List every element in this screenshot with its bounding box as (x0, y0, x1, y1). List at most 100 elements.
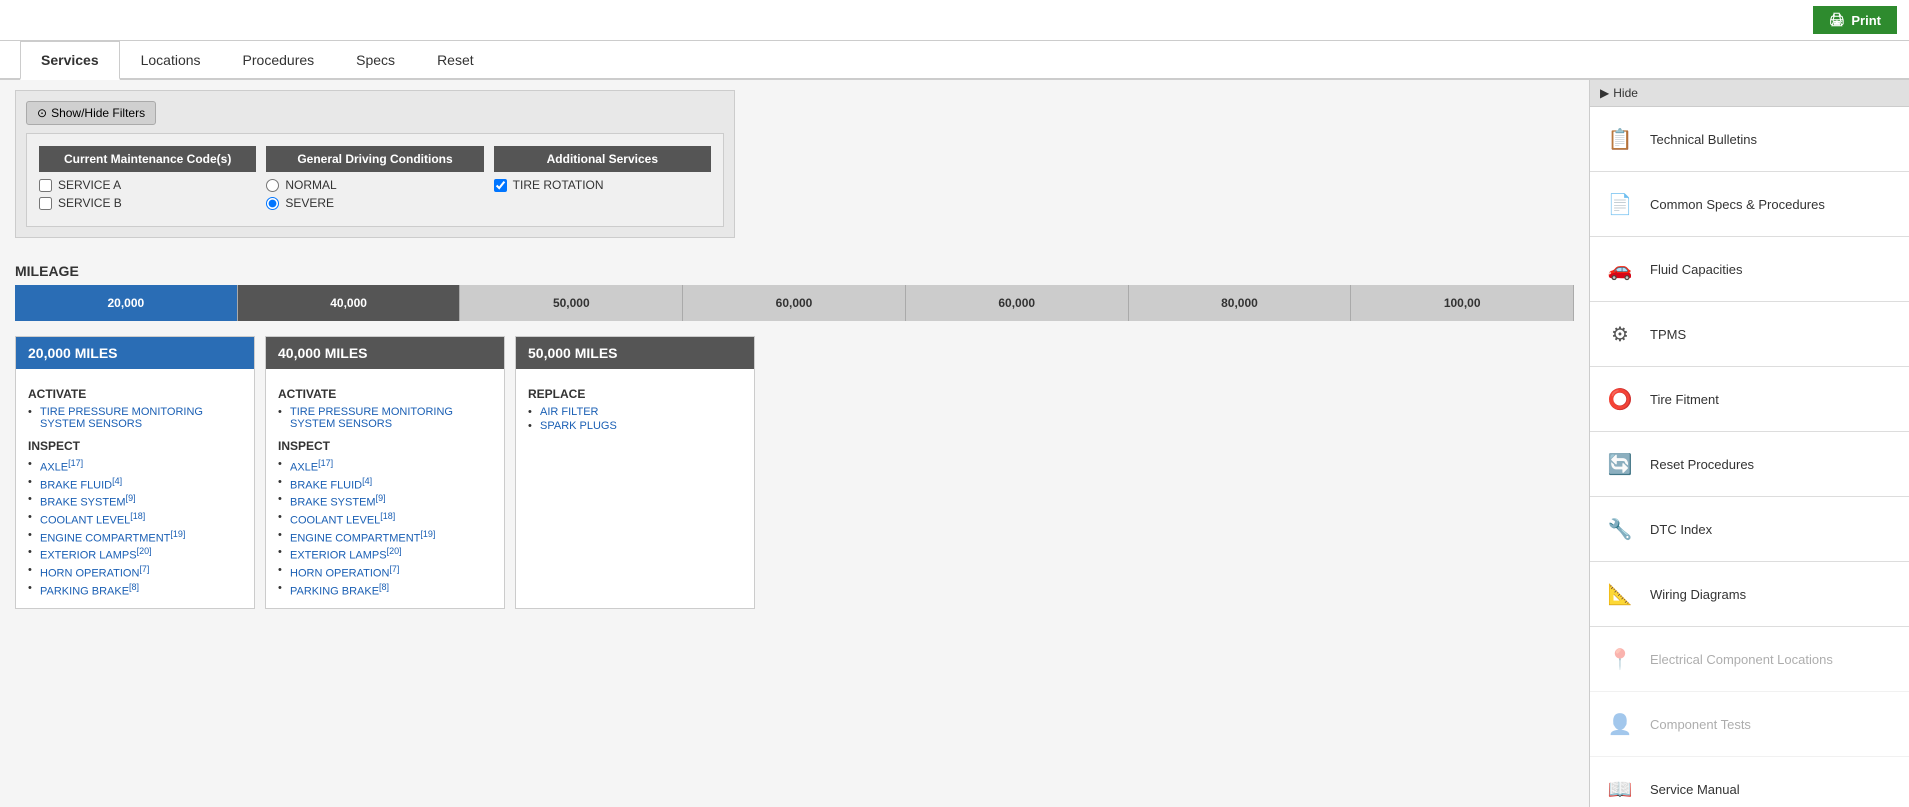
service-a-label: SERVICE A (58, 178, 121, 192)
maintenance-header: Current Maintenance Code(s) (39, 146, 256, 172)
service-col-body-col20k: ACTIVATE TIRE PRESSURE MONITORING SYSTEM … (16, 369, 254, 608)
service-link-item[interactable]: ENGINE COMPARTMENT[19] (28, 528, 242, 546)
service-link-item[interactable]: BRAKE FLUID[4] (278, 475, 492, 493)
additional-header: Additional Services (494, 146, 711, 172)
service-link-item[interactable]: SPARK PLUGS (528, 419, 742, 433)
mileage-label: MILEAGE (15, 263, 1574, 279)
filter-normal: NORMAL (266, 178, 483, 192)
section-title-activate: ACTIVATE (28, 387, 242, 401)
section-title-inspect: INSPECT (28, 439, 242, 453)
show-hide-filters-button[interactable]: ⊙ Show/Hide Filters (26, 101, 156, 125)
sidebar-label-reset-procedures: Reset Procedures (1650, 457, 1754, 472)
sidebar-item-component-tests: 👤 Component Tests (1590, 692, 1909, 757)
service-col-header-col40k: 40,000 MILES (266, 337, 504, 369)
nav-tabs: Services Locations Procedures Specs Rese… (0, 41, 1909, 80)
service-col-col40k: 40,000 MILESACTIVATETIRE PRESSURE MONITO… (265, 336, 505, 609)
tire-fitment-icon: ⭕ (1602, 381, 1638, 417)
hide-label: Hide (1613, 86, 1638, 100)
sidebar-item-service-manual[interactable]: 📖 Service Manual (1590, 757, 1909, 807)
print-button[interactable]: 🖨 Print (1813, 6, 1897, 34)
sidebar-item-technical-bulletins[interactable]: 📋Technical Bulletins (1590, 107, 1909, 172)
service-a-checkbox[interactable] (39, 179, 52, 192)
service-link-item[interactable]: BRAKE FLUID[4] (28, 475, 242, 493)
service-link-item[interactable]: TIRE PRESSURE MONITORING SYSTEM SENSORS (28, 405, 242, 431)
tab-procedures[interactable]: Procedures (222, 41, 336, 78)
service-link-item[interactable]: PARKING BRAKE[8] (28, 581, 242, 599)
top-bar: 🖨 Print (0, 0, 1909, 41)
sidebar-label-dtc-index: DTC Index (1650, 522, 1712, 537)
severe-radio[interactable] (266, 197, 279, 210)
mileage-tick-60k-1[interactable]: 60,000 (683, 285, 906, 321)
service-link-item[interactable]: HORN OPERATION[7] (278, 563, 492, 581)
filter-col-driving: General Driving Conditions NORMAL SEVERE (266, 146, 483, 214)
service-link-item[interactable]: COOLANT LEVEL[18] (28, 510, 242, 528)
dtc-index-icon: 🔧 (1602, 511, 1638, 547)
service-link-item[interactable]: PARKING BRAKE[8] (278, 581, 492, 599)
common-specs-icon: 📄 (1602, 186, 1638, 222)
sidebar-label-tpms: TPMS (1650, 327, 1686, 342)
mileage-tick-60k-2[interactable]: 60,000 (906, 285, 1129, 321)
sidebar-label-fluid-capacities: Fluid Capacities (1650, 262, 1743, 277)
sidebar-label-electrical-component: Electrical Component Locations (1650, 652, 1833, 667)
tab-reset[interactable]: Reset (416, 41, 495, 78)
tpms-icon: ⚙ (1602, 316, 1638, 352)
wiring-diagrams-icon: 📐 (1602, 576, 1638, 612)
sidebar-item-fluid-capacities[interactable]: 🚗Fluid Capacities (1590, 237, 1909, 302)
service-columns: 20,000 MILES ACTIVATE TIRE PRESSURE MONITO… (15, 336, 1574, 609)
service-link-item[interactable]: COOLANT LEVEL[18] (278, 510, 492, 528)
sidebar-item-reset-procedures[interactable]: 🔄 Reset Procedures (1590, 432, 1909, 497)
sidebar-item-tire-fitment[interactable]: ⭕ Tire Fitment (1590, 367, 1909, 432)
sidebar-label-technical-bulletins: Technical Bulletins (1650, 132, 1757, 147)
service-b-checkbox[interactable] (39, 197, 52, 210)
toggle-icon: ⊙ (37, 106, 47, 120)
service-col-body-col50k: REPLACE AIR FILTERSPARK PLUGS (516, 369, 754, 443)
section-title-inspect: INSPECT (278, 439, 492, 453)
tire-rotation-label: TIRE ROTATION (513, 178, 604, 192)
sidebar-item-dtc-index[interactable]: 🔧 DTC Index (1590, 497, 1909, 562)
print-label: Print (1851, 13, 1881, 28)
mileage-tick-80k[interactable]: 80,000 (1129, 285, 1352, 321)
tab-locations[interactable]: Locations (120, 41, 222, 78)
component-tests-icon: 👤 (1602, 706, 1638, 742)
sidebar-label-component-tests: Component Tests (1650, 717, 1751, 732)
mileage-tick-50k[interactable]: 50,000 (460, 285, 683, 321)
sidebar-label-service-manual: Service Manual (1650, 782, 1740, 797)
sidebar-label-tire-fitment: Tire Fitment (1650, 392, 1719, 407)
tab-services[interactable]: Services (20, 41, 120, 80)
service-link-item[interactable]: AXLE[17] (28, 457, 242, 475)
service-link-item[interactable]: AXLE[17] (278, 457, 492, 475)
service-link-item[interactable]: BRAKE SYSTEM[9] (278, 492, 492, 510)
service-col-col20k: 20,000 MILES ACTIVATE TIRE PRESSURE MONITO… (15, 336, 255, 609)
filter-col-additional: Additional Services TIRE ROTATION (494, 146, 711, 214)
sidebar-hide-bar[interactable]: ▶ Hide (1590, 80, 1909, 107)
mileage-tick-100k[interactable]: 100,00 (1351, 285, 1574, 321)
service-link-item[interactable]: TIRE PRESSURE MONITORING SYSTEM SENSORS (278, 405, 492, 431)
tire-rotation-checkbox[interactable] (494, 179, 507, 192)
normal-radio[interactable] (266, 179, 279, 192)
section-title-replace: REPLACE (528, 387, 742, 401)
service-link-item[interactable]: ENGINE COMPARTMENT[19] (278, 528, 492, 546)
service-link-item[interactable]: HORN OPERATION[7] (28, 563, 242, 581)
service-link-item[interactable]: BRAKE SYSTEM[9] (28, 492, 242, 510)
filter-tire-rotation: TIRE ROTATION (494, 178, 711, 192)
service-link-item[interactable]: AIR FILTER (528, 405, 742, 419)
mileage-tick-20k[interactable]: 20,000 (15, 285, 238, 321)
service-manual-icon: 📖 (1602, 771, 1638, 807)
mileage-tick-40k[interactable]: 40,000 (238, 285, 461, 321)
service-col-col50k: 50,000 MILESREPLACEAIR FILTERSPARK PLUGS (515, 336, 755, 609)
hide-icon: ▶ (1600, 86, 1609, 100)
sidebar-item-common-specs[interactable]: 📄Common Specs & Procedures (1590, 172, 1909, 237)
sidebar-item-wiring-diagrams[interactable]: 📐Wiring Diagrams (1590, 562, 1909, 627)
right-sidebar: ▶ Hide 📋Technical Bulletins📄Common Specs… (1589, 80, 1909, 807)
service-link-item[interactable]: EXTERIOR LAMPS[20] (28, 545, 242, 563)
sidebar-items: 📋Technical Bulletins📄Common Specs & Proc… (1590, 107, 1909, 807)
tab-specs[interactable]: Specs (335, 41, 416, 78)
reset-procedures-icon: 🔄 (1602, 446, 1638, 482)
service-link-item[interactable]: EXTERIOR LAMPS[20] (278, 545, 492, 563)
service-b-label: SERVICE B (58, 196, 122, 210)
show-hide-label: Show/Hide Filters (51, 106, 145, 120)
service-col-header-col20k: 20,000 MILES (16, 337, 254, 369)
normal-label: NORMAL (285, 178, 336, 192)
sidebar-item-tpms[interactable]: ⚙ TPMS (1590, 302, 1909, 367)
service-col-body-col40k: ACTIVATETIRE PRESSURE MONITORING SYSTEM … (266, 369, 504, 608)
